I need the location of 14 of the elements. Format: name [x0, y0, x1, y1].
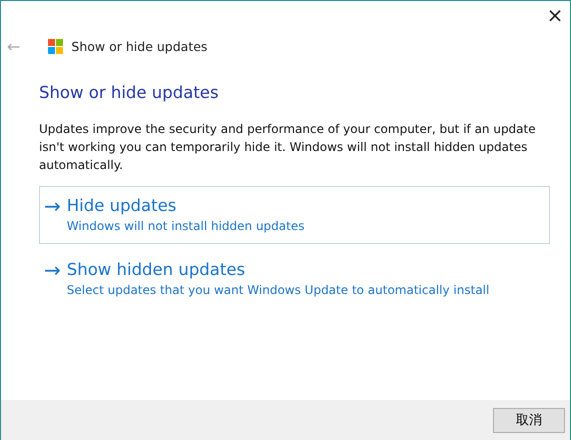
option-link[interactable]: → Show hidden updates Select updates that you want Windows Update to automatically install — [39, 250, 550, 308]
four-squares-icon — [48, 38, 64, 54]
arrow-icon: → — [44, 195, 61, 235]
option-description: Windows will not install hidden updates — [66, 218, 304, 235]
option-title: Show hidden updates — [66, 259, 246, 281]
description-text: Updates improve the security and performance of your computer, but if an update isn't working you can temporarily hide it. Windows will not install hidden updates automatically. — [39, 121, 537, 174]
close-button[interactable]: × — [540, 1, 570, 29]
option-link[interactable]: → Hide updates Windows will not install hidden updates — [39, 186, 550, 244]
page-heading: Show or hide updates — [39, 83, 220, 102]
arrow-icon: → — [44, 259, 61, 299]
cancel-button[interactable]: 取消 — [493, 408, 565, 432]
window-title: Show or hide updates — [71, 38, 208, 54]
option-title: Hide updates — [66, 195, 176, 217]
option-description: Select updates that you want Windows Update to automatically install — [66, 282, 490, 299]
